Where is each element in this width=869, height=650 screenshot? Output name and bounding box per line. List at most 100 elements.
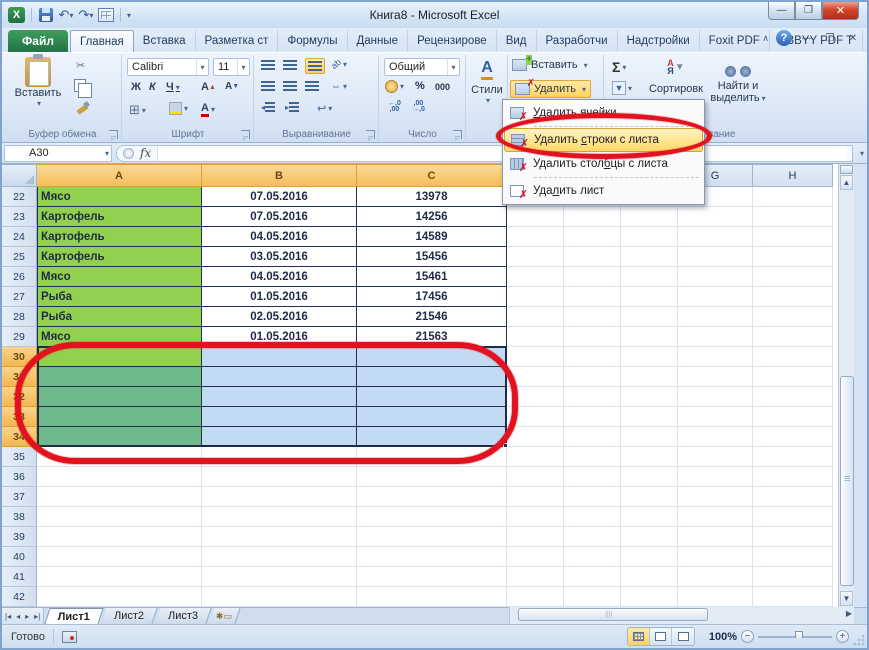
cell-A31[interactable] — [37, 367, 202, 387]
format-painter-button[interactable] — [76, 100, 89, 113]
cell-E30[interactable] — [564, 347, 621, 367]
cell-C35[interactable] — [357, 447, 507, 467]
tab-Главная[interactable]: Главная — [70, 30, 134, 52]
number-format-select[interactable]: Общий▾ — [384, 58, 460, 76]
cell-E32[interactable] — [564, 387, 621, 407]
underline-button[interactable]: Ч▾ — [166, 81, 180, 93]
insert-function-icon[interactable] — [123, 148, 134, 159]
cell-E38[interactable] — [564, 507, 621, 527]
tab-Разметка ст[interactable]: Разметка ст — [196, 30, 279, 52]
cell-D33[interactable] — [507, 407, 564, 427]
row-header-37[interactable]: 37 — [2, 487, 37, 507]
cell-H25[interactable] — [753, 247, 833, 267]
cell-B42[interactable] — [202, 587, 357, 607]
styles-button[interactable]: А Стили ▾ — [471, 59, 503, 105]
zoom-slider[interactable] — [758, 636, 832, 638]
insert-sheet-button[interactable]: ✱▭ — [210, 608, 241, 624]
cell-A25[interactable]: Картофель — [37, 247, 202, 267]
cell-E25[interactable] — [564, 247, 621, 267]
cell-D35[interactable] — [507, 447, 564, 467]
cell-G42[interactable] — [678, 587, 753, 607]
tab-Данные[interactable]: Данные — [348, 30, 409, 52]
row-header-28[interactable]: 28 — [2, 307, 37, 327]
cell-D30[interactable] — [507, 347, 564, 367]
cell-C31[interactable] — [357, 367, 507, 387]
cell-H23[interactable] — [753, 207, 833, 227]
cell-H32[interactable] — [753, 387, 833, 407]
cell-B32[interactable] — [202, 387, 357, 407]
cell-C29[interactable]: 21563 — [357, 327, 507, 347]
shrink-font-button[interactable]: А▼ — [225, 81, 239, 92]
align-center-button[interactable] — [283, 81, 297, 91]
sort-filter-button[interactable]: АЯ▼ Сортировк — [648, 59, 704, 95]
cell-H29[interactable] — [753, 327, 833, 347]
cell-D27[interactable] — [507, 287, 564, 307]
cell-G25[interactable] — [678, 247, 753, 267]
zoom-in-icon[interactable]: + — [836, 630, 849, 643]
dialog-launcher-icon[interactable] — [453, 130, 462, 139]
bold-button[interactable]: Ж — [131, 81, 141, 93]
cell-E26[interactable] — [564, 267, 621, 287]
select-all-button[interactable] — [2, 164, 37, 187]
cell-B40[interactable] — [202, 547, 357, 567]
cell-C40[interactable] — [357, 547, 507, 567]
tab-Рецензирове[interactable]: Рецензирове — [408, 30, 497, 52]
cell-A23[interactable]: Картофель — [37, 207, 202, 227]
menu-item-delete-sheet-columns[interactable]: ✗ Удалить столбцы с листа — [504, 152, 703, 176]
cell-H30[interactable] — [753, 347, 833, 367]
cell-H28[interactable] — [753, 307, 833, 327]
cell-E35[interactable] — [564, 447, 621, 467]
cell-B22[interactable]: 07.05.2016 — [202, 187, 357, 207]
cell-F34[interactable] — [621, 427, 678, 447]
cell-F35[interactable] — [621, 447, 678, 467]
scroll-right-icon[interactable]: ▶ — [846, 609, 852, 618]
cell-G38[interactable] — [678, 507, 753, 527]
horizontal-scrollbar[interactable]: ▶ — [509, 607, 854, 624]
dialog-launcher-icon[interactable] — [366, 130, 375, 139]
autosum-button[interactable]: Σ▾ — [612, 59, 626, 75]
align-top-button[interactable] — [261, 60, 275, 70]
doc-restore-icon[interactable]: ❐ — [822, 33, 838, 44]
cell-G30[interactable] — [678, 347, 753, 367]
cell-F38[interactable] — [621, 507, 678, 527]
cell-F23[interactable] — [621, 207, 678, 227]
cell-H36[interactable] — [753, 467, 833, 487]
cell-B36[interactable] — [202, 467, 357, 487]
scroll-up-icon[interactable]: ▲ — [840, 175, 853, 190]
cell-F29[interactable] — [621, 327, 678, 347]
grow-font-button[interactable]: А▲ — [201, 81, 216, 93]
cell-F24[interactable] — [621, 227, 678, 247]
cell-C39[interactable] — [357, 527, 507, 547]
cell-D40[interactable] — [507, 547, 564, 567]
cell-F26[interactable] — [621, 267, 678, 287]
cell-C22[interactable]: 13978 — [357, 187, 507, 207]
tab-Вставка[interactable]: Вставка — [134, 30, 196, 52]
cell-E34[interactable] — [564, 427, 621, 447]
sheet-tab-3[interactable]: Лист3 — [156, 608, 212, 624]
find-select-button[interactable]: Найти и выделить▾ — [706, 59, 770, 105]
cell-B28[interactable]: 02.05.2016 — [202, 307, 357, 327]
cell-G36[interactable] — [678, 467, 753, 487]
cell-B25[interactable]: 03.05.2016 — [202, 247, 357, 267]
cell-G29[interactable] — [678, 327, 753, 347]
cell-C34[interactable] — [357, 427, 507, 447]
cell-D36[interactable] — [507, 467, 564, 487]
cell-E40[interactable] — [564, 547, 621, 567]
cell-E24[interactable] — [564, 227, 621, 247]
cell-A34[interactable] — [37, 427, 202, 447]
italic-button[interactable]: К — [149, 81, 156, 93]
cell-H38[interactable] — [753, 507, 833, 527]
cell-E28[interactable] — [564, 307, 621, 327]
cell-H35[interactable] — [753, 447, 833, 467]
maximize-button[interactable]: ❐ — [795, 2, 822, 20]
tab-Формулы[interactable]: Формулы — [278, 30, 347, 52]
cell-A24[interactable]: Картофель — [37, 227, 202, 247]
cell-C27[interactable]: 17456 — [357, 287, 507, 307]
scroll-down-icon[interactable]: ▼ — [840, 591, 853, 606]
tab-Надстройки[interactable]: Надстройки — [618, 30, 700, 52]
cell-F27[interactable] — [621, 287, 678, 307]
cell-B27[interactable]: 01.05.2016 — [202, 287, 357, 307]
cell-B33[interactable] — [202, 407, 357, 427]
cut-button[interactable]: ✂ — [76, 59, 85, 72]
row-header-32[interactable]: 32 — [2, 387, 37, 407]
